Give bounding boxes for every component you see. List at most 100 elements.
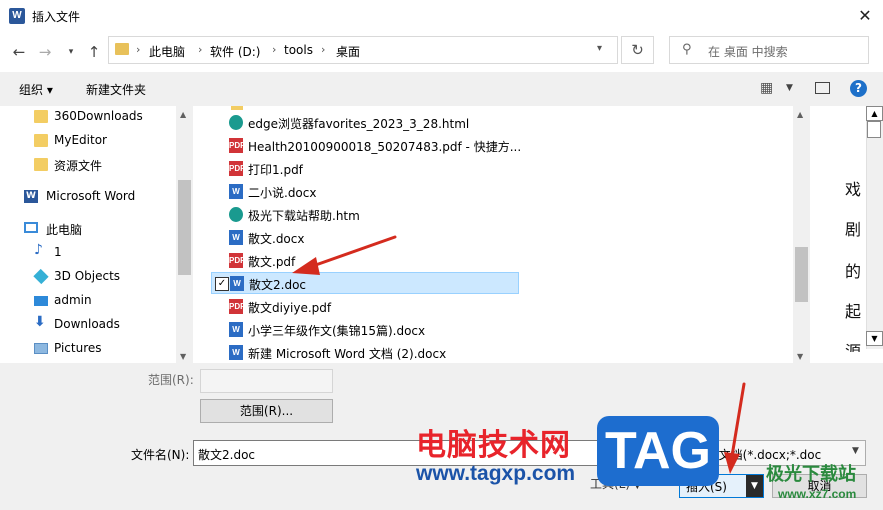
preview-scroll-thumb[interactable] <box>867 121 881 138</box>
file-row[interactable]: PDF 散文diyiye.pdf <box>211 296 519 318</box>
file-row[interactable]: 极光下载站帮助.htm <box>211 204 519 226</box>
chevron-right-icon[interactable]: › <box>272 43 276 56</box>
scroll-up-icon[interactable]: ▲ <box>866 106 883 121</box>
nav-item-label: 此电脑 <box>46 223 83 237</box>
file-list-scrollbar[interactable] <box>793 106 810 363</box>
scroll-up-icon[interactable]: ▲ <box>797 110 803 119</box>
preview-text: 起 <box>845 302 862 321</box>
breadcrumb-tools[interactable]: tools <box>284 43 313 57</box>
chevron-right-icon[interactable]: › <box>136 43 140 56</box>
file-name: 二小说.docx <box>248 186 317 200</box>
nav-item-downloads[interactable]: ⬇ Downloads <box>0 314 176 336</box>
nav-item-myeditor[interactable]: MyEditor <box>0 130 176 152</box>
nav-item-label: 资源文件 <box>54 159 103 173</box>
folder-icon <box>34 158 48 171</box>
word-icon: W <box>24 190 38 203</box>
range-button[interactable]: 范围(R)... <box>200 399 333 423</box>
annotation-arrow <box>724 382 746 474</box>
cube-icon <box>33 268 49 285</box>
preview-text: 源 <box>845 342 862 352</box>
pdf-icon: PDF <box>229 299 245 314</box>
file-row[interactable]: PDF Health20100900018_50207483.pdf - 快捷方… <box>211 135 521 157</box>
file-row[interactable]: edge浏览器favorites_2023_3_28.html <box>211 112 519 134</box>
insert-dropdown-icon[interactable]: ▼ <box>746 475 763 497</box>
desktop-icon <box>34 296 48 306</box>
forward-arrow-icon[interactable]: → <box>34 41 56 63</box>
chevron-down-icon[interactable]: ▼ <box>786 83 793 93</box>
scroll-down-icon[interactable]: ▼ <box>797 352 803 361</box>
preview-pane-icon[interactable] <box>815 82 830 94</box>
help-icon[interactable]: ? <box>850 80 867 97</box>
computer-icon <box>24 222 38 233</box>
pdf-icon: PDF <box>229 253 245 268</box>
doc-icon: W <box>230 276 244 291</box>
chevron-right-icon[interactable]: › <box>198 43 202 56</box>
nav-item-admin[interactable]: admin <box>0 290 176 312</box>
filename-label: 文件名(N): <box>131 448 190 462</box>
docx-icon: W <box>229 184 243 199</box>
chevron-down-icon[interactable]: ▼ <box>852 446 859 456</box>
nav-item-microsoft-word[interactable]: W Microsoft Word <box>0 186 176 208</box>
breadcrumb-desktop[interactable]: 桌面 <box>336 43 360 60</box>
breadcrumb-drive[interactable]: 软件 (D:) <box>210 43 260 60</box>
file-row[interactable]: W 小学三年级作文(集锦15篇).docx <box>211 319 519 341</box>
scroll-down-icon[interactable]: ▼ <box>180 352 186 361</box>
new-folder-button[interactable]: 新建文件夹 <box>86 81 146 98</box>
navigation-scroll-thumb[interactable] <box>178 180 191 275</box>
scroll-up-icon[interactable]: ▲ <box>180 110 186 119</box>
nav-item-360downloads[interactable]: 360Downloads <box>0 106 176 128</box>
close-button[interactable]: ✕ <box>850 4 880 28</box>
range-label: 范围(R): <box>148 373 194 387</box>
refresh-button[interactable]: ↻ <box>621 36 654 64</box>
nav-item-this-pc[interactable]: 此电脑 <box>0 218 176 240</box>
folder-icon <box>34 134 48 147</box>
file-row[interactable]: W 新建 Microsoft Word 文档 (2).docx <box>211 342 519 363</box>
nav-item-label: admin <box>54 293 92 307</box>
nav-item-label: MyEditor <box>54 133 107 147</box>
nav-item-resources[interactable]: 资源文件 <box>0 154 176 176</box>
search-input[interactable]: ⚲ 在 桌面 中搜索 <box>669 36 869 64</box>
nav-item-label: Microsoft Word <box>46 189 136 203</box>
chevron-right-icon[interactable]: › <box>321 43 325 56</box>
breadcrumb-this-pc[interactable]: 此电脑 <box>149 43 185 60</box>
word-icon: W <box>9 8 25 24</box>
file-row[interactable]: PDF 打印1.pdf <box>211 158 519 180</box>
docx-icon: W <box>229 345 243 360</box>
file-name: 极光下载站帮助.htm <box>248 209 360 223</box>
nav-item-pictures[interactable]: Pictures <box>0 338 176 360</box>
nav-item-3d-objects[interactable]: 3D Objects <box>0 266 176 288</box>
window-title: 插入文件 <box>32 10 81 24</box>
chevron-down-icon[interactable]: ▾ <box>597 43 602 54</box>
file-name: 打印1.pdf <box>248 163 303 177</box>
docx-icon: W <box>229 322 243 337</box>
file-row[interactable]: W 二小说.docx <box>211 181 519 203</box>
download-icon: ⬇ <box>34 314 46 330</box>
view-options-icon[interactable]: ▦ <box>760 80 773 96</box>
search-icon: ⚲ <box>682 42 692 57</box>
scroll-down-icon[interactable]: ▼ <box>866 331 883 346</box>
address-bar[interactable]: › 此电脑 › 软件 (D:) › tools › 桌面 ▾ <box>108 36 618 64</box>
title-bar <box>0 0 883 32</box>
pdf-shortcut-icon: PDF <box>229 138 245 153</box>
pictures-icon <box>34 343 48 354</box>
folder-icon <box>231 106 243 110</box>
up-arrow-icon[interactable]: ↑ <box>83 41 105 63</box>
file-list-scroll-thumb[interactable] <box>795 247 808 302</box>
edge-icon <box>229 115 243 130</box>
preview-scrollbar[interactable] <box>866 106 883 349</box>
back-arrow-icon[interactable]: ← <box>8 41 30 63</box>
watermark-site-url: www.tagxp.com <box>416 462 576 485</box>
preview-text: 的 <box>845 262 862 281</box>
search-placeholder: 在 桌面 中搜索 <box>708 45 788 59</box>
file-name: 小学三年级作文(集锦15篇).docx <box>248 324 426 338</box>
nav-item-label: Pictures <box>54 341 102 355</box>
checkbox-checked-icon[interactable]: ✓ <box>215 277 229 291</box>
nav-item-label: Downloads <box>54 317 120 331</box>
preview-text: 戏 <box>845 180 862 199</box>
organize-button[interactable]: 组织 ▾ <box>19 81 53 98</box>
watermark-site2-url: www.xz7.com <box>778 487 857 501</box>
recent-dropdown-icon[interactable]: ▾ <box>60 41 82 63</box>
annotation-arrow <box>292 235 397 275</box>
docx-icon: W <box>229 230 243 245</box>
nav-item-1[interactable]: ♪ 1 <box>0 242 176 264</box>
